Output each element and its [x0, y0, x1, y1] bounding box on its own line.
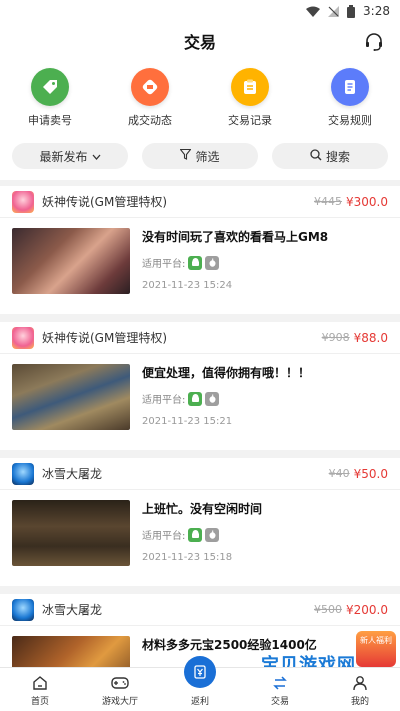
listing-card[interactable]: 冰雪大屠龙 ¥40 ¥50.0 上班忙。没有空闲时间 适用平台: 2021-11…: [0, 458, 400, 586]
listing-card[interactable]: 妖神传说(GM管理特权) ¥908 ¥88.0 便宜处理，值得你拥有哦！！！ 适…: [0, 322, 400, 450]
tab-mine[interactable]: 我的: [320, 674, 400, 707]
listing-body: 没有时间玩了喜欢的看看马上GM8 适用平台: 2021-11-23 15:24: [0, 218, 400, 314]
bottom-tab-bar: 首页 游戏大厅 返利 交易 我的: [0, 656, 400, 711]
platform-label: 适用平台:: [142, 531, 186, 542]
gamepad-icon: [111, 674, 129, 692]
tag-icon: [31, 68, 69, 106]
filter-label: 筛选: [195, 149, 220, 164]
trade-icon: [272, 674, 288, 692]
search-label: 搜索: [325, 149, 350, 164]
listing-thumbnail: [12, 364, 130, 430]
no-signal-icon: [328, 5, 340, 17]
quick-label: 交易记录: [228, 114, 272, 127]
original-price: ¥40: [328, 467, 350, 480]
status-bar: 3:28: [0, 0, 400, 22]
listing-header: 冰雪大屠龙 ¥500 ¥200.0: [0, 594, 400, 626]
game-icon: [12, 326, 34, 349]
apple-icon: [205, 255, 220, 270]
tab-home[interactable]: 首页: [0, 674, 80, 707]
game-icon: [12, 598, 34, 621]
listing-title: 上班忙。没有空闲时间: [142, 502, 263, 516]
sale-price: ¥88.0: [353, 330, 388, 345]
android-icon: [188, 255, 203, 270]
quick-label: 申请卖号: [28, 114, 72, 127]
tab-label: 首页: [30, 697, 49, 707]
game-name: 妖神传说(GM管理特权): [42, 331, 168, 345]
tab-label: 交易: [270, 697, 289, 707]
sale-price: ¥200.0: [346, 602, 388, 617]
listing-header: 冰雪大屠龙 ¥40 ¥50.0: [0, 458, 400, 490]
listing-title: 没有时间玩了喜欢的看看马上GM8: [142, 230, 329, 244]
android-icon: [188, 527, 203, 542]
rebate-icon: [184, 656, 216, 688]
listing-list: 妖神传说(GM管理特权) ¥445 ¥300.0 没有时间玩了喜欢的看看马上GM…: [0, 180, 400, 711]
chevron-down-icon: [92, 149, 101, 163]
funnel-icon: [179, 148, 193, 163]
filter-bar: 最新发布 筛选 搜索: [0, 132, 400, 180]
user-icon: [352, 674, 368, 692]
page-title: 交易: [183, 33, 216, 52]
listing-time: 2021-11-23 15:18: [142, 552, 233, 563]
sale-price: ¥50.0: [353, 466, 388, 481]
platform-label: 适用平台:: [142, 395, 186, 406]
android-icon: [188, 391, 203, 406]
listing-body: 上班忙。没有空闲时间 适用平台: 2021-11-23 15:18: [0, 490, 400, 586]
sort-label: 最新发布: [39, 149, 88, 164]
quick-sell-account[interactable]: 申请卖号: [10, 68, 90, 128]
listing-thumbnail: [12, 500, 130, 566]
original-price: ¥500: [314, 603, 342, 616]
tab-trade[interactable]: 交易: [240, 674, 320, 707]
sale-price: ¥300.0: [346, 194, 388, 209]
quick-label: 成交动态: [128, 114, 172, 127]
battery-icon: [347, 4, 356, 18]
listing-body: 便宜处理，值得你拥有哦！！！ 适用平台: 2021-11-23 15:21: [0, 354, 400, 450]
listing-time: 2021-11-23 15:21: [142, 416, 233, 427]
quick-label: 交易规则: [328, 114, 372, 127]
sort-dropdown[interactable]: 最新发布: [12, 143, 128, 169]
tab-label: 我的: [350, 697, 369, 707]
listing-title: 材料多多元宝2500经验1400亿: [142, 638, 317, 652]
game-icon: [12, 190, 34, 213]
app-header: 交易: [0, 22, 400, 60]
game-name: 妖神传说(GM管理特权): [42, 195, 168, 209]
tab-rebate[interactable]: 返利: [160, 656, 240, 707]
listing-header: 妖神传说(GM管理特权) ¥908 ¥88.0: [0, 322, 400, 354]
rules-icon: [331, 68, 369, 106]
platform-row: 适用平台:: [142, 255, 388, 270]
apple-icon: [205, 391, 220, 406]
listing-thumbnail: [12, 228, 130, 294]
status-time: 3:28: [363, 4, 390, 18]
tab-label: 返利: [190, 697, 209, 707]
game-name: 冰雪大屠龙: [42, 603, 103, 617]
search-button[interactable]: 搜索: [272, 143, 388, 169]
game-name: 冰雪大屠龙: [42, 467, 103, 481]
filter-button[interactable]: 筛选: [142, 143, 258, 169]
wifi-icon: [306, 6, 321, 17]
apple-icon: [205, 527, 220, 542]
search-icon: [310, 148, 322, 164]
platform-row: 适用平台:: [142, 391, 388, 406]
headset-icon[interactable]: [362, 30, 386, 54]
listing-time: 2021-11-23 15:24: [142, 280, 233, 291]
tab-label: 游戏大厅: [101, 697, 138, 707]
home-icon: [32, 674, 48, 692]
record-icon: [231, 68, 269, 106]
deal-icon: [131, 68, 169, 106]
platform-label: 适用平台:: [142, 259, 186, 270]
listing-card[interactable]: 妖神传说(GM管理特权) ¥445 ¥300.0 没有时间玩了喜欢的看看马上GM…: [0, 186, 400, 314]
quick-deal-news[interactable]: 成交动态: [110, 68, 190, 128]
platform-row: 适用平台:: [142, 527, 388, 542]
listing-header: 妖神传说(GM管理特权) ¥445 ¥300.0: [0, 186, 400, 218]
quick-actions: 申请卖号 成交动态 交易记录 交易规则: [0, 60, 400, 132]
quick-trade-rules[interactable]: 交易规则: [310, 68, 390, 128]
quick-trade-records[interactable]: 交易记录: [210, 68, 290, 128]
tab-game-hall[interactable]: 游戏大厅: [80, 674, 160, 707]
listing-title: 便宜处理，值得你拥有哦！！！: [142, 366, 311, 380]
original-price: ¥445: [314, 195, 342, 208]
game-icon: [12, 462, 34, 485]
original-price: ¥908: [321, 331, 350, 344]
